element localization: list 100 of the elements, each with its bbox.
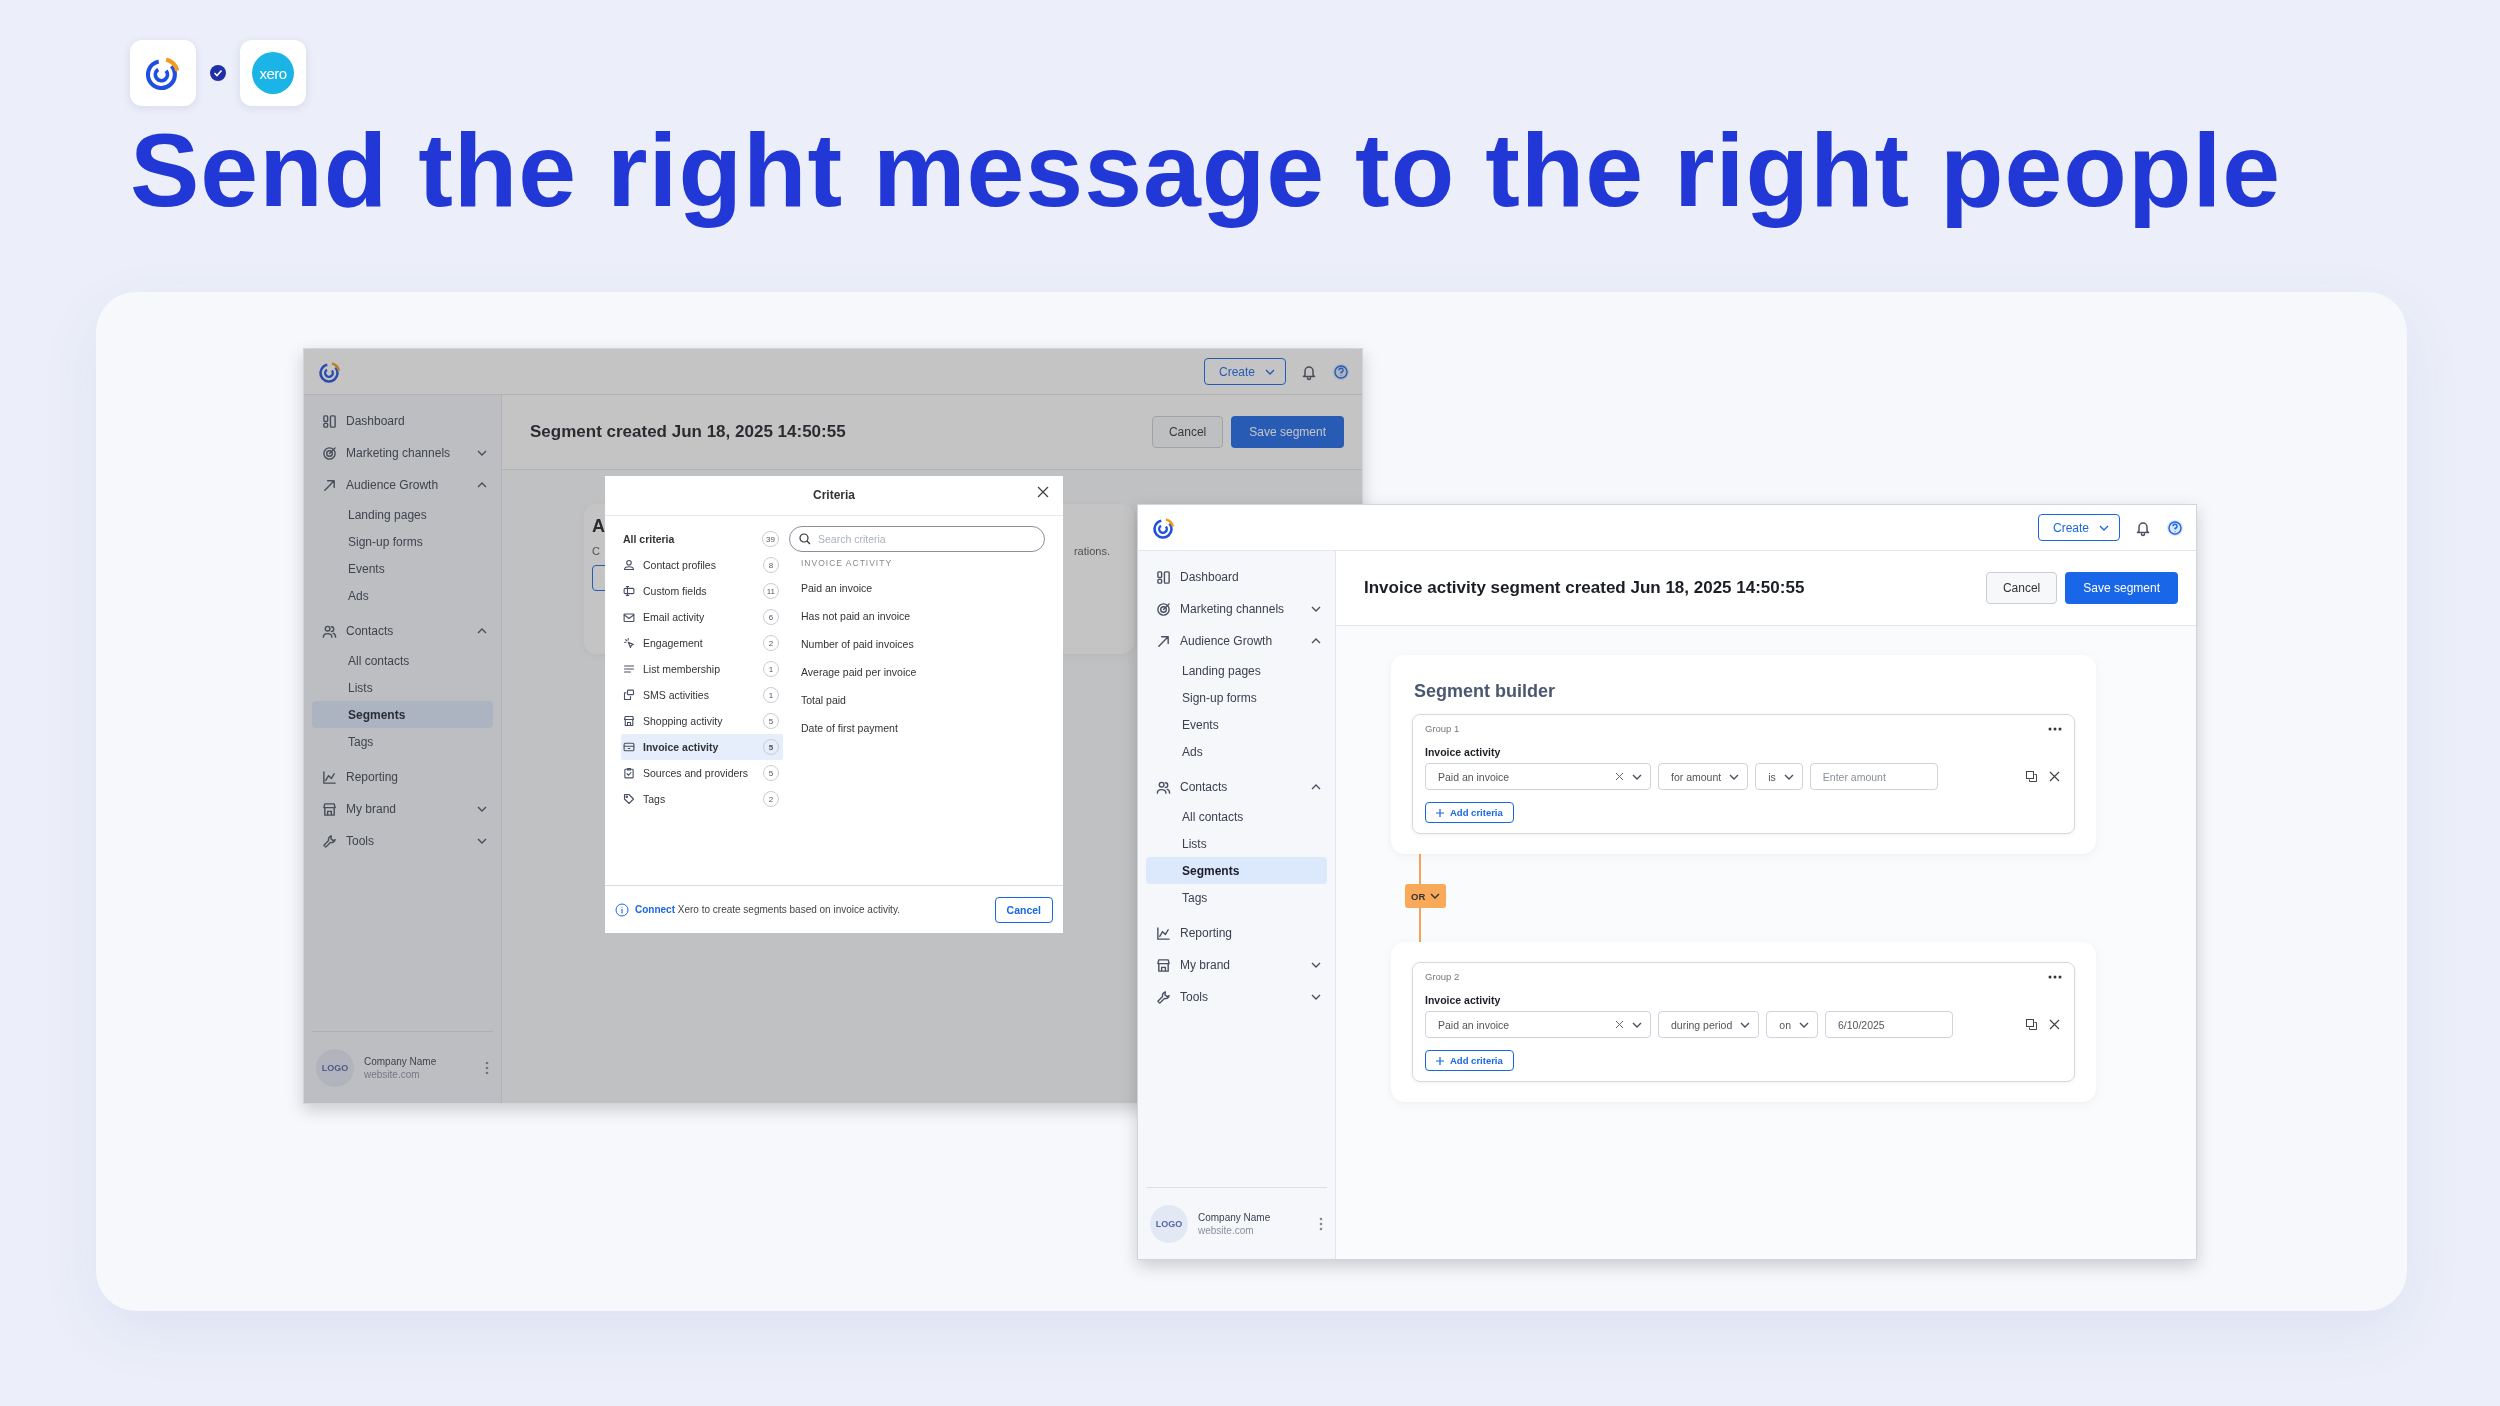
section-label: INVOICE ACTIVITY [801,558,894,570]
help-icon[interactable] [1332,362,1350,381]
nav-item[interactable]: My brand [312,793,493,825]
clear-icon[interactable] [1615,772,1624,781]
chevron-up-icon[interactable] [1311,636,1321,646]
criteria-category[interactable]: List membership 1 [621,656,783,682]
help-icon[interactable] [2166,518,2184,537]
chevron-down-icon[interactable] [1311,960,1321,970]
nav-subitem[interactable]: Segments [1146,857,1327,884]
card-icon [623,741,635,753]
input-field[interactable]: Enter amount [1809,763,1938,790]
cancel-button[interactable]: Cancel [1151,416,1224,448]
nav-item[interactable]: Marketing channels [312,437,493,469]
criteria-category[interactable]: Contact profiles 8 [621,552,783,578]
create-button[interactable]: Create [2037,514,2120,541]
criteria-category[interactable]: Email activity 6 [621,604,783,630]
save-button[interactable]: Save segment [2065,572,2178,604]
nav-item[interactable]: Tools [1146,981,1327,1013]
dialog-title: Criteria [813,488,855,502]
nav-item[interactable]: My brand [1146,949,1327,981]
nav-item[interactable]: Contacts [312,615,493,647]
nav-subitem[interactable]: Landing pages [1146,657,1327,684]
chevron-down-icon[interactable] [477,836,487,846]
criteria-category[interactable]: Invoice activity 5 [621,734,783,760]
nav-subitem[interactable]: Sign-up forms [312,528,493,555]
store-icon [1156,957,1171,973]
criteria-category[interactable]: Tags 2 [621,786,783,812]
nav-item[interactable]: Audience Growth [312,469,493,501]
chevron-down-icon[interactable] [1311,604,1321,614]
criteria-category[interactable]: All criteria 39 [621,526,783,552]
search-field[interactable]: Search criteria [789,526,1045,552]
chevron-down-icon[interactable] [477,804,487,814]
close-icon[interactable] [1037,486,1049,498]
close-icon[interactable] [2049,771,2060,782]
copy-icon[interactable] [2026,1019,2037,1030]
add-criteria-button[interactable]: Add criteria [1425,1050,1514,1071]
nav-subitem[interactable]: Tags [312,728,493,755]
criteria-category[interactable]: Shopping activity 5 [621,708,783,734]
nav-subitem[interactable]: Segments [312,701,493,728]
criteria-category[interactable]: Sources and providers 5 [621,760,783,786]
nav-subitem[interactable]: Tags [1146,884,1327,911]
criteria-option[interactable]: Has not paid an invoice [789,602,1045,630]
dropdown[interactable]: is [1755,763,1803,790]
nav-item[interactable]: Reporting [1146,917,1327,949]
add-criteria-button[interactable]: Add criteria [1425,802,1514,823]
criteria-category[interactable]: SMS activities 1 [621,682,783,708]
nav-subitem[interactable]: All contacts [312,647,493,674]
nav-item[interactable]: Contacts [1146,771,1327,803]
chevron-down-icon[interactable] [477,448,487,458]
nav-subitem[interactable]: Ads [1146,738,1327,765]
nav-subitem[interactable]: Lists [312,674,493,701]
criteria-option[interactable]: Average paid per invoice [789,658,1045,686]
chevron-up-icon[interactable] [477,626,487,636]
section-title: Segment builder [1414,681,1557,702]
nav-item[interactable]: Dashboard [312,405,493,437]
dropdown[interactable]: for amount [1658,763,1749,790]
company-name: Company Name [1198,1211,1272,1223]
criteria-dropdown[interactable]: Paid an invoice [1425,763,1651,790]
nav-item[interactable]: Tools [312,825,493,857]
nav-subitem[interactable]: Landing pages [312,501,493,528]
criteria-option[interactable]: Total paid [789,686,1045,714]
criteria-dropdown[interactable]: Paid an invoice [1425,1011,1651,1038]
criteria-category[interactable]: Engagement 2 [621,630,783,656]
more-icon[interactable] [2048,726,2062,731]
nav-item[interactable]: Audience Growth [1146,625,1327,657]
criteria-option[interactable]: Number of paid invoices [789,630,1045,658]
save-button[interactable]: Save segment [1231,416,1344,448]
nav-subitem[interactable]: All contacts [1146,803,1327,830]
person-icon [623,559,635,571]
partner-logo: xero [252,52,294,94]
chevron-up-icon[interactable] [1311,782,1321,792]
copy-icon[interactable] [2026,771,2037,782]
chevron-down-icon[interactable] [1311,992,1321,1002]
cancel-button[interactable]: Cancel [1985,572,2058,604]
input-field[interactable]: 6/10/2025 [1825,1011,1953,1038]
clear-icon[interactable] [1615,1020,1624,1029]
dropdown[interactable]: during period [1658,1011,1760,1038]
nav-item[interactable]: Reporting [312,761,493,793]
nav-item[interactable]: Marketing channels [1146,593,1327,625]
app-logo[interactable] [1152,515,1176,540]
criteria-option[interactable]: Date of first payment [789,714,1045,742]
create-button[interactable]: Create [1203,358,1286,385]
criteria-category[interactable]: Custom fields 11 [621,578,783,604]
close-icon[interactable] [2049,1019,2060,1030]
cancel-button[interactable]: Cancel [994,896,1053,923]
info-icon [615,902,629,917]
chevron-down-icon[interactable] [1430,891,1441,901]
criteria-option[interactable]: Paid an invoice [789,574,1045,602]
connect-link[interactable]: Connect [635,904,675,915]
nav-subitem[interactable]: Ads [312,582,493,609]
nav-subitem[interactable]: Sign-up forms [1146,684,1327,711]
logic-dropdown[interactable]: OR [1405,884,1447,908]
nav-subitem[interactable]: Lists [1146,830,1327,857]
app-logo[interactable] [318,359,342,384]
more-icon[interactable] [2048,974,2062,979]
nav-subitem[interactable]: Events [1146,711,1327,738]
dropdown[interactable]: on [1766,1011,1818,1038]
nav-subitem[interactable]: Events [312,555,493,582]
chevron-up-icon[interactable] [477,480,487,490]
nav-item[interactable]: Dashboard [1146,561,1327,593]
